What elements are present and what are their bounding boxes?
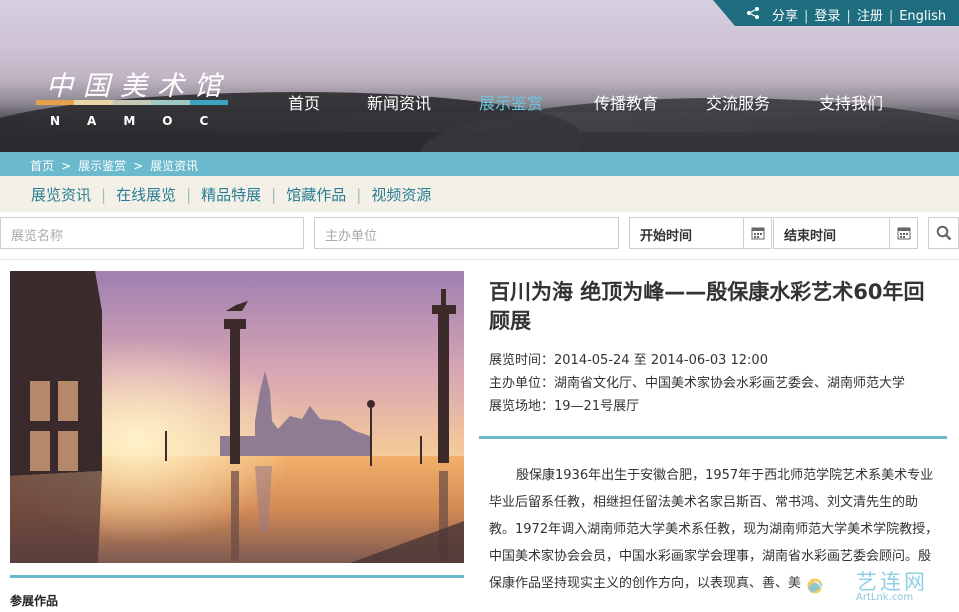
watermark-subtext: ArtLnk.com (856, 592, 914, 603)
breadcrumb-exhibition[interactable]: 展示鉴赏 (78, 159, 126, 173)
right-divider (479, 436, 947, 439)
login-link[interactable]: 登录 (814, 9, 840, 24)
end-date-label: 结束时间 (784, 229, 837, 244)
nav-item-support[interactable]: 支持我们 (819, 90, 883, 114)
logo-chinese[interactable]: 中国美术馆 (46, 64, 231, 103)
logo-stripe (74, 100, 113, 105)
exhibition-title: 百川为海 绝顶为峰——殷保康水彩艺术60年回顾展 (489, 280, 925, 333)
share-icon[interactable] (746, 6, 760, 20)
english-link[interactable]: English (899, 9, 946, 24)
logo-stripe (112, 100, 152, 105)
tab-exhibition-news[interactable]: 展览资讯 (31, 186, 91, 204)
tab-special-exhibition[interactable]: 精品特展 (201, 186, 261, 204)
end-date-field[interactable]: 结束时间 (773, 217, 918, 249)
nav-item-service[interactable]: 交流服务 (706, 90, 770, 114)
calendar-icon[interactable] (889, 218, 917, 248)
breadcrumb-current[interactable]: 展览资讯 (150, 159, 198, 173)
calendar-icon[interactable] (743, 218, 771, 248)
exhibition-venue: 展览场地：19—21号展厅 (489, 399, 640, 414)
start-date-label: 开始时间 (640, 229, 693, 244)
nav-item-home[interactable]: 首页 (288, 90, 320, 114)
exhibition-name-input[interactable]: 展览名称 (0, 217, 304, 249)
start-date-field[interactable]: 开始时间 (629, 217, 772, 249)
logo-color-bar (36, 100, 229, 105)
register-link[interactable]: 注册 (857, 9, 883, 24)
sub-tabs: 展览资讯 | 在线展览 | 精品特展 | 馆藏作品 | 视频资源 (0, 176, 959, 212)
search-button[interactable] (928, 217, 959, 249)
nav-item-exhibition[interactable]: 展示鉴赏 (479, 90, 543, 114)
search-icon (936, 225, 951, 241)
breadcrumb: 首页 > 展示鉴赏 > 展览资讯 (0, 152, 959, 176)
left-divider (10, 575, 464, 578)
tab-collection[interactable]: 馆藏作品 (286, 186, 346, 204)
tab-video[interactable]: 视频资源 (371, 186, 431, 204)
watermark-logo-icon (807, 578, 823, 594)
share-link[interactable]: 分享 (772, 9, 798, 24)
logo-stripe (151, 100, 190, 105)
exhibition-organizer: 主办单位：湖南省文化厅、中国美术家协会水彩画艺委会、湖南师范大学 (489, 376, 906, 391)
works-heading: 参展作品 (10, 594, 59, 608)
tab-online-exhibition[interactable]: 在线展览 (116, 186, 176, 204)
nav-item-news[interactable]: 新闻资讯 (367, 90, 431, 114)
exhibition-painting[interactable] (10, 271, 464, 563)
nav-item-education[interactable]: 传播教育 (594, 90, 658, 114)
organizer-input[interactable]: 主办单位 (314, 217, 619, 249)
logo-stripe (189, 100, 229, 105)
top-links: 分享 | 登录 | 注册 | English (772, 9, 947, 24)
breadcrumb-home[interactable]: 首页 (30, 159, 54, 173)
exhibition-time: 展览时间：2014-05-24 至 2014-06-03 12:00 (489, 353, 768, 368)
logo-english[interactable]: NAMOC (50, 114, 235, 128)
logo-stripe (36, 100, 75, 105)
